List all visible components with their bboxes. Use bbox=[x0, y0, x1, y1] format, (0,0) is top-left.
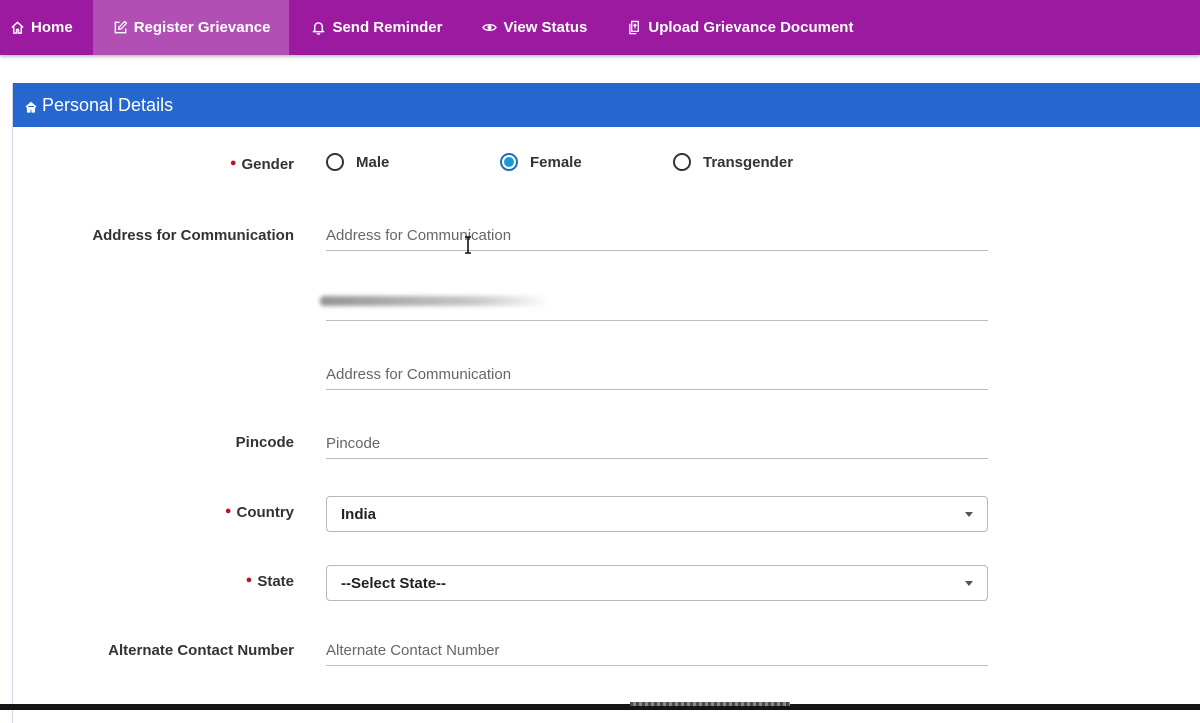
pincode-label: Pincode bbox=[235, 434, 294, 451]
nav-upload-grievance-document[interactable]: Upload Grievance Document bbox=[607, 0, 873, 55]
gender-option-label: Male bbox=[356, 153, 390, 171]
country-select-value: India bbox=[341, 505, 377, 523]
address-label: Address for Communication bbox=[92, 227, 294, 244]
panel-title: Personal Details bbox=[42, 94, 174, 115]
nav-home-label: Home bbox=[31, 19, 73, 36]
text-cursor-icon bbox=[465, 236, 471, 254]
address-line1-input[interactable] bbox=[326, 220, 988, 251]
state-select-value: --Select State-- bbox=[341, 574, 447, 592]
nav-view-status-label: View Status bbox=[503, 19, 588, 36]
nav-upload-grievance-document-label: Upload Grievance Document bbox=[648, 19, 854, 36]
gender-radio-male[interactable]: Male bbox=[326, 153, 389, 171]
panel-header: Personal Details bbox=[13, 83, 1200, 127]
alternate-contact-input[interactable] bbox=[326, 635, 988, 666]
alternate-contact-label: Alternate Contact Number bbox=[108, 642, 294, 659]
nav-register-grievance[interactable]: Register Grievance bbox=[92, 0, 290, 55]
eye-icon bbox=[482, 24, 498, 31]
top-nav: Home Register Grievance Send Reminder Vi… bbox=[0, 0, 1200, 55]
state-label: ● State bbox=[245, 573, 294, 590]
nav-home[interactable]: Home bbox=[0, 0, 93, 55]
edit-icon bbox=[114, 20, 127, 34]
address-line3-input[interactable] bbox=[326, 359, 988, 390]
country-label: ● Country bbox=[224, 504, 294, 521]
blurred-address-text bbox=[320, 296, 550, 306]
gender-option-label: Female bbox=[530, 153, 582, 171]
personal-details-panel: Personal Details bbox=[12, 83, 1200, 723]
gender-radio-transgender[interactable]: Transgender bbox=[673, 153, 793, 171]
nav-send-reminder[interactable]: Send Reminder bbox=[289, 0, 462, 55]
gender-radio-female[interactable]: Female bbox=[500, 153, 582, 171]
radio-checked[interactable] bbox=[500, 153, 518, 171]
nav-register-grievance-label: Register Grievance bbox=[133, 19, 271, 36]
required-marker: ● bbox=[229, 157, 237, 169]
home-icon bbox=[11, 21, 24, 34]
required-marker: ● bbox=[245, 574, 253, 586]
caret-down-icon bbox=[965, 512, 973, 517]
home-icon bbox=[25, 101, 37, 113]
bell-icon bbox=[313, 22, 325, 35]
nav-send-reminder-label: Send Reminder bbox=[332, 19, 443, 36]
gender-option-label: Transgender bbox=[703, 153, 794, 171]
state-select[interactable]: --Select State-- bbox=[326, 565, 988, 601]
required-marker: ● bbox=[224, 505, 232, 517]
caret-down-icon bbox=[965, 581, 973, 586]
pincode-input[interactable] bbox=[326, 428, 988, 459]
bottom-artifact bbox=[630, 702, 790, 706]
gender-label: ● Gender bbox=[229, 156, 294, 173]
radio-unchecked[interactable] bbox=[673, 153, 691, 171]
upload-document-icon bbox=[629, 20, 640, 35]
bottom-edge bbox=[0, 704, 1200, 710]
country-select[interactable]: India bbox=[326, 496, 988, 532]
nav-view-status[interactable]: View Status bbox=[462, 0, 607, 55]
radio-unchecked[interactable] bbox=[326, 153, 344, 171]
